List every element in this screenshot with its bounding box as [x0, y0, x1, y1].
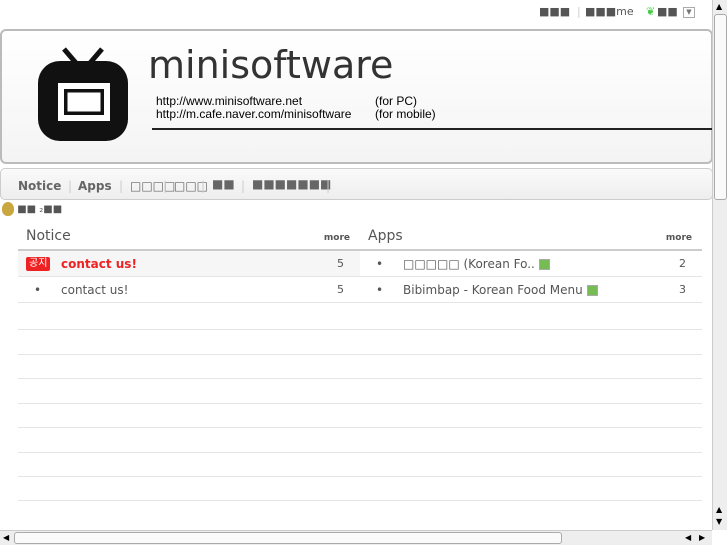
divider: |	[68, 179, 73, 193]
item-title[interactable]: contact us!	[61, 251, 137, 277]
notice-badge: 공지	[26, 257, 51, 271]
divider	[18, 403, 702, 404]
bullet: •	[34, 283, 42, 297]
notice-board: Notice more 공지 contact us! 5 • contact u…	[18, 228, 360, 303]
item-count: 3	[679, 283, 686, 296]
item-count: 5	[337, 257, 344, 270]
item-title[interactable]: Bibimbap - Korean Food Menu	[403, 283, 583, 297]
divider	[18, 329, 702, 330]
divider: |	[119, 179, 124, 193]
apps-more-link[interactable]: more	[666, 233, 692, 243]
scroll-left-icon[interactable]: ◀	[685, 533, 691, 542]
notice-heading[interactable]: Notice	[18, 228, 360, 251]
apps-heading[interactable]: Apps	[360, 228, 702, 251]
leaf-icon: ❦	[646, 5, 656, 18]
list-item[interactable]: • contact us! 5	[18, 277, 360, 303]
bullet: •	[376, 283, 384, 297]
scroll-left-icon[interactable]: ◀	[3, 533, 9, 542]
apps-board: Apps more • □□□□□ (Korean Fo.. 2 • Bibim…	[360, 228, 702, 303]
item-count: 5	[337, 283, 344, 296]
divider	[18, 476, 702, 477]
divider	[18, 378, 702, 379]
horizontal-scroll-thumb[interactable]	[14, 532, 562, 544]
vertical-scrollbar[interactable]: ▲ ▲ ▼	[712, 0, 727, 530]
divider	[18, 427, 702, 428]
scroll-down-icon[interactable]: ▼	[716, 517, 722, 526]
divider: |	[577, 5, 581, 18]
egg-level-icon	[2, 202, 14, 216]
bullet: •	[376, 257, 384, 271]
notice-more-link[interactable]: more	[324, 233, 350, 243]
item-title[interactable]: contact us!	[61, 277, 128, 303]
pc-url-link[interactable]: http://www.minisoftware.net	[156, 94, 302, 108]
image-attachment-icon	[538, 259, 550, 270]
nav-item-3[interactable]: □□□□	[130, 179, 175, 193]
top-link-1[interactable]: ■■■	[539, 5, 570, 18]
top-link-2[interactable]: ■■■me	[585, 5, 634, 18]
list-item[interactable]: • Bibimbap - Korean Food Menu 3	[360, 277, 702, 303]
item-title[interactable]: □□□□□ (Korean Fo..	[403, 257, 535, 271]
divider: |	[201, 179, 206, 193]
nav-item-5[interactable]: ■■	[212, 177, 235, 191]
nav-notice[interactable]: Notice	[18, 179, 61, 193]
scroll-up-icon[interactable]: ▲	[716, 2, 722, 11]
divider: |	[326, 179, 331, 193]
item-count: 2	[679, 257, 686, 270]
divider: |	[241, 179, 246, 193]
nav-item-6[interactable]: ■■■■■■■	[252, 177, 331, 191]
tv-logo-icon	[38, 47, 128, 141]
pc-url-note: (for PC)	[375, 94, 417, 108]
divider	[152, 128, 714, 130]
list-item[interactable]: 공지 contact us! 5	[18, 251, 360, 277]
scroll-up-icon[interactable]: ▲	[716, 505, 722, 514]
mobile-url-note: (for mobile)	[375, 107, 436, 121]
vertical-scroll-thumb[interactable]	[714, 14, 727, 200]
horizontal-scrollbar[interactable]: ◀ ◀ ▶	[0, 530, 712, 545]
member-level: ■■ ₂■■	[2, 202, 62, 216]
nav-apps[interactable]: Apps	[78, 179, 112, 193]
top-link-3[interactable]: ■■	[657, 5, 678, 18]
scroll-right-icon[interactable]: ▶	[699, 533, 705, 542]
main-nav: Notice | Apps | □□□□ | □□□ | ■■ | ■■■■■■…	[0, 168, 713, 200]
divider	[18, 354, 702, 355]
site-title: minisoftware	[148, 43, 394, 87]
divider	[18, 452, 702, 453]
list-item[interactable]: • □□□□□ (Korean Fo.. 2	[360, 251, 702, 277]
divider: |	[163, 179, 168, 193]
dropdown-button[interactable]: ▼	[683, 7, 695, 18]
top-bar: ■■■ | ■■■me ❦ ■■ ▼	[0, 0, 712, 28]
header-banner: minisoftware http://www.minisoftware.net…	[0, 29, 714, 164]
member-level-text: ■■ ₂■■	[17, 204, 63, 215]
divider	[18, 500, 702, 501]
mobile-url-link[interactable]: http://m.cafe.naver.com/minisoftware	[156, 107, 351, 121]
image-attachment-icon	[586, 285, 598, 296]
